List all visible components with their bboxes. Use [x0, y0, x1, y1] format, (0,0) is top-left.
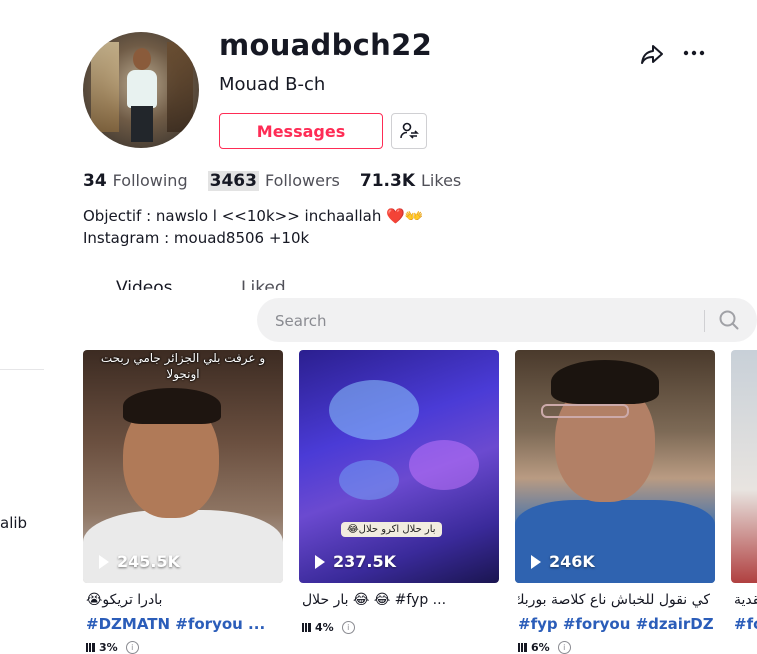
video-caption[interactable]: كي نقول للخباش ناع كلاصة بوربك... [518, 592, 710, 608]
user-swap-icon [400, 122, 419, 139]
video-caption[interactable]: نقدية [734, 592, 757, 608]
sidebar-divider [0, 369, 44, 370]
play-icon [315, 554, 325, 569]
search-bar[interactable] [257, 298, 757, 344]
video-caption[interactable]: بادرا تريكو😭 [86, 592, 286, 608]
likes-stat: 71.3K Likes [360, 171, 461, 191]
bio-line-1: Objectif : nawslo l <<10k>> inchaallah [83, 207, 382, 225]
video-overlay-text: بار حلال اكرو حلال😂 [341, 522, 442, 537]
profile-bio: Objectif : nawslo l <<10k>> inchaallah ❤… [83, 205, 424, 249]
video-overlay-text: و عرفت بلي الجزائر جامي ربحت اونجولا [100, 351, 266, 381]
video-tags[interactable]: #fyp #foryou #dzairDZ ... [518, 615, 718, 633]
video-card[interactable] [731, 350, 757, 583]
followers-count: 3463 [207, 171, 259, 191]
bio-emoji: ❤️👐 [386, 207, 424, 225]
video-card[interactable]: 246K [515, 350, 715, 583]
video-views: 245.5K [99, 552, 180, 571]
following-label: Following [112, 171, 188, 190]
followers-stat[interactable]: 3463 Followers [207, 171, 340, 191]
likes-label: Likes [421, 171, 462, 190]
messages-button[interactable]: Messages [219, 113, 383, 149]
more-options-icon[interactable] [680, 40, 708, 68]
profile-avatar [83, 32, 199, 148]
video-caption[interactable]: بار حلال 😂 😂 #fyp ... [302, 592, 502, 608]
profile-username: mouadbch22 [219, 28, 433, 62]
bar-chart-icon [302, 623, 311, 632]
search-icon[interactable] [718, 309, 740, 331]
sidebar-item-partial[interactable]: alib [0, 514, 27, 532]
play-icon [531, 554, 541, 569]
info-icon[interactable]: i [341, 621, 355, 634]
following-stat[interactable]: 34 Following [83, 171, 188, 191]
video-tags[interactable]: #fo [734, 615, 757, 633]
video-card[interactable]: و عرفت بلي الجزائر جامي ربحت اونجولا 245… [83, 350, 283, 583]
followers-label: Followers [264, 171, 340, 190]
follow-toggle-button[interactable] [391, 113, 427, 149]
video-views: 237.5K [315, 552, 396, 571]
bio-line-2: Instagram : mouad8506 +10k [83, 229, 310, 247]
share-icon[interactable] [638, 40, 666, 68]
video-tags[interactable]: #DZMATN #foryou ... [86, 615, 286, 633]
video-views: 246K [531, 552, 595, 571]
search-input[interactable] [273, 298, 697, 344]
search-divider [704, 310, 705, 332]
following-count: 34 [83, 171, 107, 191]
profile-stats: 34 Following 3463 Followers 71.3K Likes [83, 171, 481, 191]
play-icon [99, 554, 109, 569]
video-card[interactable]: بار حلال اكرو حلال😂 237.5K [299, 350, 499, 583]
video-metric: 4% i [302, 621, 355, 634]
likes-count: 71.3K [359, 171, 416, 191]
profile-nickname: Mouad B-ch [219, 74, 326, 95]
